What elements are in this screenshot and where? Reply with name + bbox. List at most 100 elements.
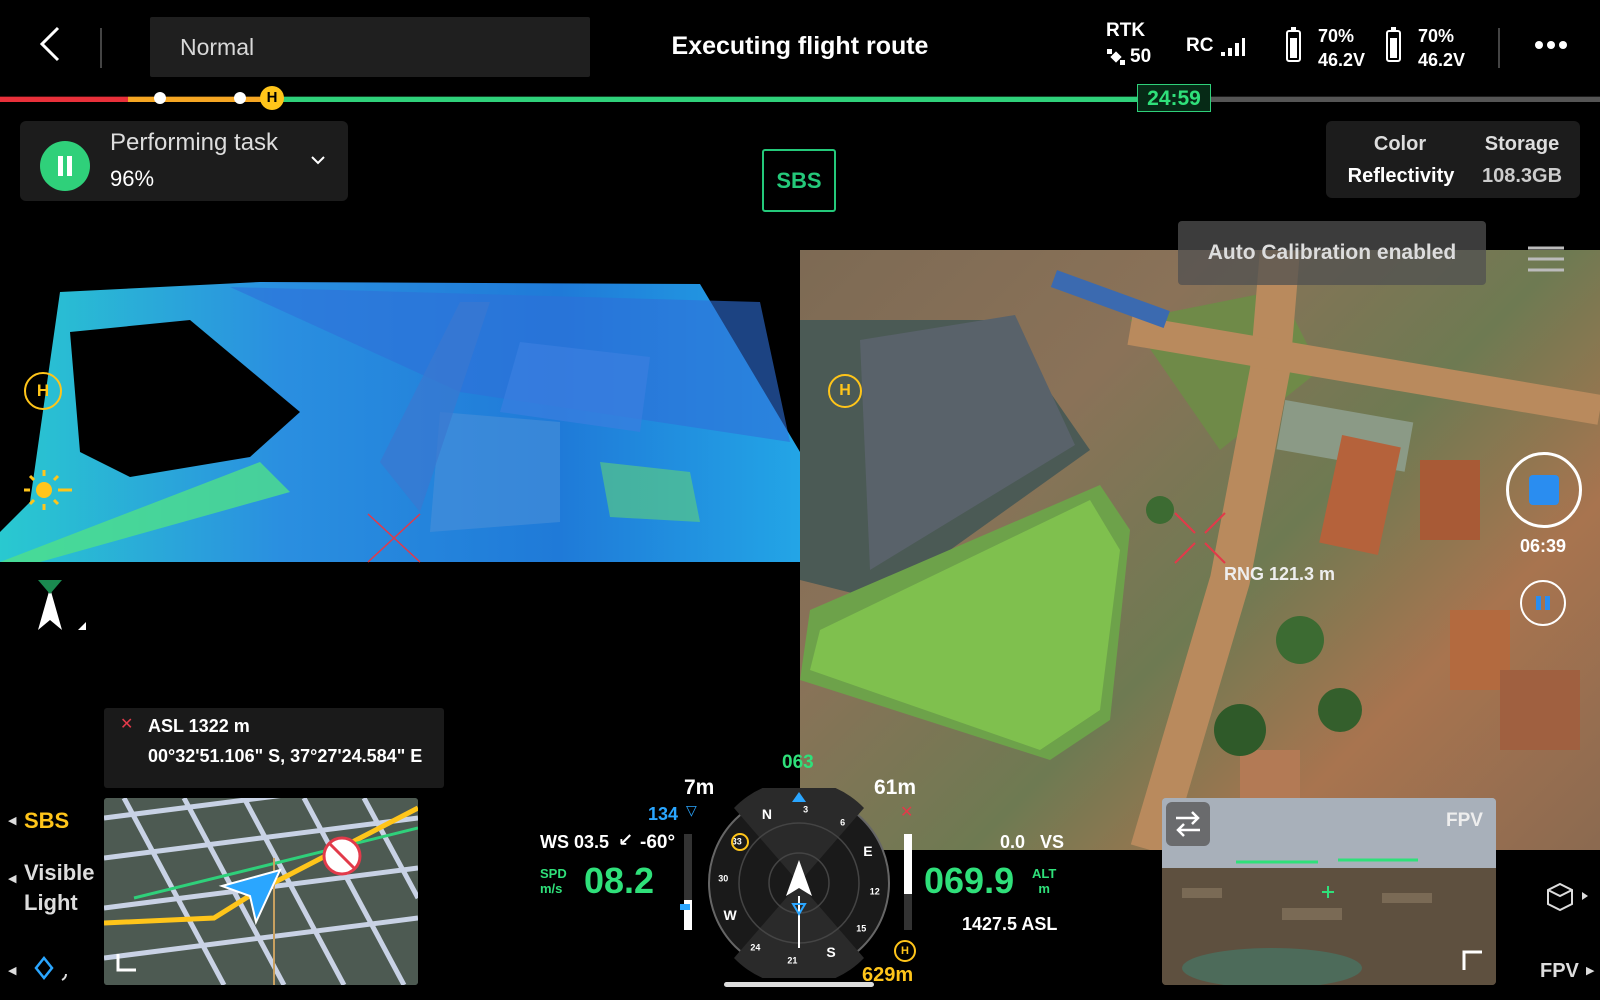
rtk-label: RTK — [1106, 20, 1146, 41]
mini-map[interactable] — [104, 798, 418, 985]
speed-tape — [684, 834, 692, 930]
speed-unit-label: SPD — [540, 866, 567, 881]
waypoint-marker — [154, 92, 166, 104]
target-icon: ✕ — [120, 716, 134, 733]
battery-2-icon — [1386, 27, 1401, 62]
home-indicator-bar[interactable] — [724, 982, 874, 987]
wind-speed: WS 03.5 — [540, 832, 610, 852]
sbs-view-button[interactable]: SBS — [762, 149, 836, 212]
camera-video-view[interactable]: H RNG 121.3 m — [800, 250, 1600, 850]
speed-unit-value: m/s — [540, 881, 563, 896]
compass-label: 6 — [840, 818, 845, 828]
altitude-tape — [904, 834, 912, 930]
speed-unit: SPD m/s — [540, 866, 567, 896]
task-percent: 96% — [110, 166, 155, 191]
caret-left-icon: ◀ — [8, 873, 17, 885]
visible-light-label-1: Visible — [24, 860, 95, 885]
rtk-status[interactable]: RTK 50 — [1106, 20, 1151, 68]
compass-label: 24 — [750, 942, 760, 952]
wind-angle: -60° — [640, 832, 676, 853]
fpv-view[interactable]: FPV — [1162, 798, 1496, 985]
auto-calibration-notice: Auto Calibration enabled — [1178, 221, 1486, 285]
compass-label: 3 — [803, 804, 808, 814]
task-status-label: Performing task — [110, 129, 279, 156]
record-time: 06:39 — [1520, 536, 1567, 556]
compass-label: S — [826, 944, 835, 960]
map-layer-icon[interactable] — [32, 956, 72, 986]
storage-value: 108.3GB — [1481, 165, 1563, 187]
waypoint-triangle-icon: ▽ — [686, 802, 697, 818]
aerial-scene — [800, 250, 1600, 850]
chevron-down-icon[interactable] — [310, 154, 326, 166]
divider — [100, 28, 102, 68]
home-point-icon: H — [24, 372, 62, 410]
caret-right-icon: ▶ — [1586, 965, 1595, 977]
task-status-panel[interactable]: Performing task 96% — [20, 121, 348, 201]
camera-info-card[interactable]: Color Reflectivity Storage 108.3GB — [1326, 121, 1580, 198]
range-readout: RNG 121.3 m — [1224, 564, 1336, 584]
compass-label: 15 — [856, 924, 866, 934]
flight-mode-selector[interactable]: Normal — [150, 17, 590, 77]
satellite-icon — [1107, 49, 1125, 65]
vertical-speed-label: VS — [1040, 832, 1065, 852]
more-options-icon[interactable] — [1534, 40, 1568, 50]
visible-light-label-2: Light — [24, 890, 78, 915]
3d-view-icon[interactable] — [1540, 878, 1590, 914]
altitude-unit: ALT m — [1032, 866, 1056, 896]
altitude-value: 069.9 — [924, 860, 1015, 901]
altitude-label: ALT — [1032, 866, 1057, 881]
sbs-lens-toggle[interactable]: SBS — [24, 808, 69, 834]
altitude-unit-value: m — [1038, 881, 1050, 896]
battery-2-voltage: 46.2V — [1418, 50, 1466, 70]
speed-value: 08.2 — [584, 860, 655, 901]
home-point-icon: H — [828, 374, 862, 408]
target-coordinates: 00°32'51.106" S, 37°27'24.584" E — [148, 746, 423, 766]
compass-label: E — [863, 843, 872, 859]
target-marker-icon: ✕ — [900, 804, 914, 821]
battery-1-voltage: 46.2V — [1318, 50, 1366, 70]
signal-bars-icon — [1221, 38, 1246, 56]
page-title: Executing flight route — [671, 32, 929, 60]
target-asl: ASL 1322 m — [148, 716, 250, 736]
rc-label: RC — [1186, 35, 1214, 56]
target-info-panel: ✕ ASL 1322 m 00°32'51.106" S, 37°27'24.5… — [104, 708, 444, 788]
speed-tape-marker — [680, 904, 690, 910]
sun-icon[interactable] — [22, 466, 74, 518]
battery-2-percent: 70% — [1418, 26, 1455, 46]
caret-left-icon: ◀ — [8, 815, 17, 827]
swap-view-button[interactable] — [1166, 802, 1210, 846]
back-arrow-icon[interactable] — [36, 24, 66, 64]
waypoint-marker — [234, 92, 246, 104]
color-value: Reflectivity — [1347, 165, 1455, 187]
point-cloud-view[interactable] — [0, 262, 800, 582]
home-icon: H — [894, 940, 916, 962]
record-button[interactable] — [1506, 452, 1582, 528]
stop-icon — [1529, 475, 1559, 505]
compass-label: 30 — [718, 873, 728, 883]
wind-direction-icon: ↙ — [618, 830, 634, 850]
compass-label: W — [723, 907, 737, 923]
heading-readout: 063 — [782, 752, 814, 773]
asl-altitude: 1427.5 ASL — [962, 914, 1058, 934]
aircraft-orientation-icon — [38, 580, 86, 630]
compass-label: N — [762, 806, 772, 822]
battery-1-percent: 70% — [1318, 26, 1355, 46]
pause-recording-button[interactable] — [1520, 580, 1566, 626]
caret-left-icon: ◀ — [8, 965, 17, 977]
fpv-label: FPV — [1446, 810, 1483, 831]
pause-task-button[interactable] — [40, 141, 90, 191]
top-bar: Normal Executing flight route RTK 50 RC … — [0, 0, 1600, 92]
battery-1-icon — [1286, 27, 1301, 62]
remaining-time: 24:59 — [1137, 84, 1211, 112]
waypoint-distance: 134 — [648, 804, 679, 824]
compass-attitude-indicator: N 36E1215S2124W3033 — [708, 788, 890, 978]
fpv-switch[interactable]: FPV — [1540, 960, 1579, 983]
rc-signal[interactable]: RC — [1186, 35, 1246, 57]
swap-icon — [1176, 811, 1200, 837]
map-canvas — [104, 798, 418, 985]
visible-light-toggle[interactable]: Visible Light — [24, 858, 95, 918]
rtk-count: 50 — [1130, 46, 1152, 67]
battery-2[interactable]: 70% 46.2V — [1418, 24, 1465, 72]
settings-sliders-icon[interactable] — [1526, 242, 1566, 276]
battery-1[interactable]: 70% 46.2V — [1318, 24, 1365, 72]
